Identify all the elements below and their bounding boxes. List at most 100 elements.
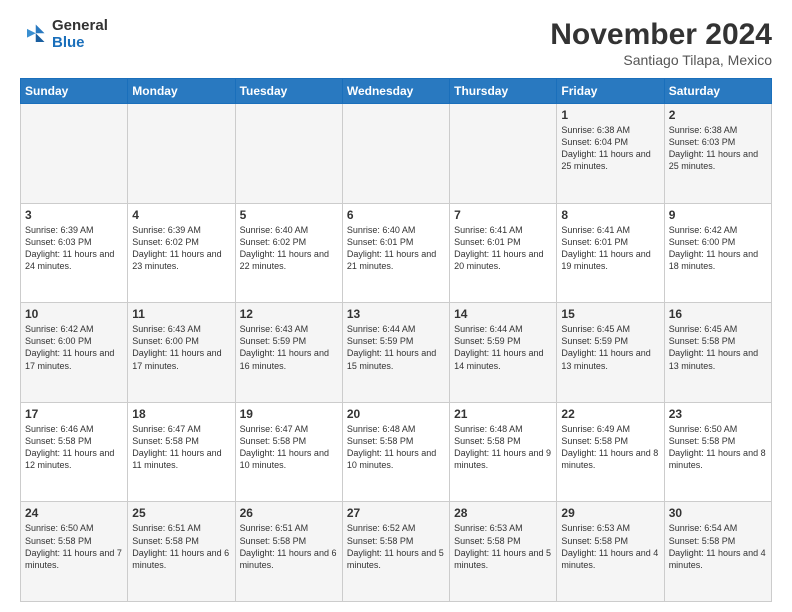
day-info: Sunrise: 6:42 AM Sunset: 6:00 PM Dayligh… [25,323,123,372]
calendar-header: Sunday Monday Tuesday Wednesday Thursday… [21,79,772,104]
calendar-cell: 30 Sunrise: 6:54 AM Sunset: 5:58 PM Dayli… [664,502,771,602]
calendar-cell: 29Sunrise: 6:53 AM Sunset: 5:58 PM Dayli… [557,502,664,602]
col-saturday: Saturday [664,79,771,104]
day-number: 2 [669,108,767,122]
calendar-cell: 20 Sunrise: 6:48 AM Sunset: 5:58 PM Dayli… [342,402,449,502]
day-info: Sunrise: 6:39 AM Sunset: 6:02 PM Dayligh… [132,224,230,273]
day-info: Sunrise: 6:39 AM Sunset: 6:03 PM Dayligh… [25,224,123,273]
day-number: 12 [240,307,338,321]
calendar-cell [128,104,235,204]
day-info: Sunrise: 6:40 AM Sunset: 6:02 PM Dayligh… [240,224,338,273]
calendar-cell: 5Sunrise: 6:40 AM Sunset: 6:02 PM Daylig… [235,203,342,303]
day-number: 28 [454,506,552,520]
day-info: Sunrise: 6:44 AM Sunset: 5:59 PM Dayligh… [454,323,552,372]
calendar-cell [342,104,449,204]
calendar-cell [21,104,128,204]
day-info: Sunrise: 6:45 AM Sunset: 5:58 PM Dayligh… [669,323,767,372]
logo-blue: Blue [52,34,85,51]
day-number: 24 [25,506,123,520]
day-number: 26 [240,506,338,520]
calendar-cell: 10 Sunrise: 6:42 AM Sunset: 6:00 PM Dayli… [21,303,128,403]
day-number: 30 [669,506,767,520]
calendar-cell: 8 Sunrise: 6:41 AM Sunset: 6:01 PM Daylig… [557,203,664,303]
day-info: Sunrise: 6:49 AM Sunset: 5:58 PM Dayligh… [561,423,659,472]
day-number: 19 [240,407,338,421]
header: General Blue November 2024 Santiago Tila… [20,18,772,68]
day-number: 13 [347,307,445,321]
day-number: 20 [347,407,445,421]
day-number: 21 [454,407,552,421]
calendar-cell: 28 Sunrise: 6:53 AM Sunset: 5:58 PM Dayli… [450,502,557,602]
calendar-cell: 13 Sunrise: 6:44 AM Sunset: 5:59 PM Dayli… [342,303,449,403]
calendar-cell: 23Sunrise: 6:50 AM Sunset: 5:58 PM Dayli… [664,402,771,502]
calendar-cell: 26 Sunrise: 6:51 AM Sunset: 5:58 PM Dayli… [235,502,342,602]
col-tuesday: Tuesday [235,79,342,104]
calendar-cell [450,104,557,204]
day-info: Sunrise: 6:43 AM Sunset: 5:59 PM Dayligh… [240,323,338,372]
calendar-cell: 27 Sunrise: 6:52 AM Sunset: 5:58 PM Dayli… [342,502,449,602]
day-info: Sunrise: 6:48 AM Sunset: 5:58 PM Dayligh… [347,423,445,472]
day-info: Sunrise: 6:44 AM Sunset: 5:59 PM Dayligh… [347,323,445,372]
calendar-cell: 22 Sunrise: 6:49 AM Sunset: 5:58 PM Dayli… [557,402,664,502]
day-number: 7 [454,208,552,222]
day-info: Sunrise: 6:52 AM Sunset: 5:58 PM Dayligh… [347,522,445,571]
calendar-cell: 7Sunrise: 6:41 AM Sunset: 6:01 PM Daylig… [450,203,557,303]
day-number: 16 [669,307,767,321]
day-number: 11 [132,307,230,321]
calendar-week-4: 17 Sunrise: 6:46 AM Sunset: 5:58 PM Dayli… [21,402,772,502]
calendar-cell: 6Sunrise: 6:40 AM Sunset: 6:01 PM Daylig… [342,203,449,303]
calendar-cell: 4Sunrise: 6:39 AM Sunset: 6:02 PM Daylig… [128,203,235,303]
logo-icon [20,21,48,49]
page: General Blue November 2024 Santiago Tila… [0,0,792,612]
day-info: Sunrise: 6:42 AM Sunset: 6:00 PM Dayligh… [669,224,767,273]
day-info: Sunrise: 6:41 AM Sunset: 6:01 PM Dayligh… [561,224,659,273]
calendar-week-1: 1 Sunrise: 6:38 AM Sunset: 6:04 PM Daylig… [21,104,772,204]
logo-text: General Blue [52,18,108,51]
title-block: November 2024 Santiago Tilapa, Mexico [550,18,772,68]
day-info: Sunrise: 6:47 AM Sunset: 5:58 PM Dayligh… [240,423,338,472]
day-info: Sunrise: 6:47 AM Sunset: 5:58 PM Dayligh… [132,423,230,472]
calendar-cell: 9 Sunrise: 6:42 AM Sunset: 6:00 PM Daylig… [664,203,771,303]
day-info: Sunrise: 6:38 AM Sunset: 6:04 PM Dayligh… [561,124,659,173]
calendar-cell: 19 Sunrise: 6:47 AM Sunset: 5:58 PM Dayli… [235,402,342,502]
day-number: 18 [132,407,230,421]
calendar-cell: 2 Sunrise: 6:38 AM Sunset: 6:03 PM Daylig… [664,104,771,204]
calendar-week-2: 3Sunrise: 6:39 AM Sunset: 6:03 PM Daylig… [21,203,772,303]
calendar-table: Sunday Monday Tuesday Wednesday Thursday… [20,78,772,602]
day-number: 27 [347,506,445,520]
calendar-cell: 14Sunrise: 6:44 AM Sunset: 5:59 PM Dayli… [450,303,557,403]
day-info: Sunrise: 6:54 AM Sunset: 5:58 PM Dayligh… [669,522,767,571]
calendar-cell: 18 Sunrise: 6:47 AM Sunset: 5:58 PM Dayli… [128,402,235,502]
day-info: Sunrise: 6:38 AM Sunset: 6:03 PM Dayligh… [669,124,767,173]
calendar-week-3: 10 Sunrise: 6:42 AM Sunset: 6:00 PM Dayli… [21,303,772,403]
calendar-cell: 12 Sunrise: 6:43 AM Sunset: 5:59 PM Dayli… [235,303,342,403]
day-number: 22 [561,407,659,421]
day-number: 9 [669,208,767,222]
calendar-cell: 24 Sunrise: 6:50 AM Sunset: 5:58 PM Dayli… [21,502,128,602]
day-number: 29 [561,506,659,520]
day-number: 6 [347,208,445,222]
month-title: November 2024 [550,18,772,52]
day-number: 25 [132,506,230,520]
day-info: Sunrise: 6:50 AM Sunset: 5:58 PM Dayligh… [25,522,123,571]
day-info: Sunrise: 6:51 AM Sunset: 5:58 PM Dayligh… [240,522,338,571]
logo-general: General [52,17,108,34]
header-row: Sunday Monday Tuesday Wednesday Thursday… [21,79,772,104]
calendar-cell: 21 Sunrise: 6:48 AM Sunset: 5:58 PM Dayli… [450,402,557,502]
day-info: Sunrise: 6:51 AM Sunset: 5:58 PM Dayligh… [132,522,230,571]
day-number: 8 [561,208,659,222]
day-info: Sunrise: 6:46 AM Sunset: 5:58 PM Dayligh… [25,423,123,472]
col-thursday: Thursday [450,79,557,104]
col-wednesday: Wednesday [342,79,449,104]
day-info: Sunrise: 6:53 AM Sunset: 5:58 PM Dayligh… [454,522,552,571]
col-friday: Friday [557,79,664,104]
calendar-cell: 16 Sunrise: 6:45 AM Sunset: 5:58 PM Dayli… [664,303,771,403]
calendar-cell: 1 Sunrise: 6:38 AM Sunset: 6:04 PM Daylig… [557,104,664,204]
calendar-cell: 17 Sunrise: 6:46 AM Sunset: 5:58 PM Dayli… [21,402,128,502]
day-number: 1 [561,108,659,122]
day-number: 10 [25,307,123,321]
calendar-cell [235,104,342,204]
day-number: 17 [25,407,123,421]
day-number: 23 [669,407,767,421]
day-info: Sunrise: 6:48 AM Sunset: 5:58 PM Dayligh… [454,423,552,472]
